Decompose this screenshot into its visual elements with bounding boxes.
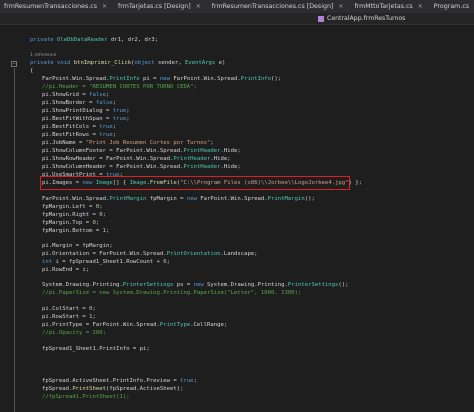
member-dropdown-label: CentralApp.frmResTurnos xyxy=(327,15,406,22)
code-line-assign-printinfo: fpSpread1_Sheet1.PrintInfo = pi; xyxy=(42,346,150,352)
tab-frmresumentransacciones-design[interactable]: frmResumenTransacciones.cs [Design] ✕ xyxy=(208,0,351,13)
fold-guide xyxy=(14,68,15,412)
navigation-bar: CentralApp.frmResTurnos xyxy=(0,13,474,25)
code-line-showcolumnheader: pi.ShowColumnHeader = FarPoint.Win.Sprea… xyxy=(42,164,241,170)
code-line-int-i: int i = fpSpread1_Sheet1.RowCount + 6; xyxy=(42,259,170,265)
collapse-icon[interactable]: − xyxy=(11,61,17,67)
code-line-margin-bottom: fpMargin.Bottom = 1; xyxy=(42,228,110,234)
document-tab-bar: frmResumenTransacciones.cs ✕ frmTarjetas.… xyxy=(0,0,474,13)
close-icon[interactable]: ✕ xyxy=(418,3,423,10)
code-line-showborder: pi.ShowBorder = false; xyxy=(42,100,117,106)
tab-label: frmResumenTransacciones.cs xyxy=(4,3,97,10)
code-line-pi-margin: pi.Margin = fpMargin; xyxy=(42,243,113,249)
code-line-bestfitcols: pi.BestFitCols = true; xyxy=(42,124,117,130)
tab-frmtarjetas-design[interactable]: frmTarjetas.cs [Design] ✕ xyxy=(114,0,208,13)
tab-label: Program.cs xyxy=(433,3,470,10)
code-line-comment-printsheet: //fpSpread1.PrintSheet(1); xyxy=(42,394,130,400)
code-line-preview: fpSpread.ActiveSheet.PrintInfo.Preview =… xyxy=(42,378,197,384)
tab-label: frmTarjetas.cs [Design] xyxy=(118,3,191,10)
editor-margin: − xyxy=(0,25,22,412)
code-line-printersettings: System.Drawing.Printing.PrinterSettings … xyxy=(42,282,349,288)
code-line-printmargin: FarPoint.Win.Spread.PrintMargin fpMargin… xyxy=(42,196,315,202)
code-line-showprintdialog: pi.ShowPrintDialog = true; xyxy=(42,108,130,114)
code-line-images-highlighted: pi.Images = new Image[] { Image.FromFile… xyxy=(42,180,363,186)
class-icon xyxy=(318,15,324,22)
code-line-printinfo: FarPoint.Win.Spread.PrintInfo pi = new F… xyxy=(42,76,282,82)
code-line-margin-top: fpMargin.Top = 0; xyxy=(42,220,100,226)
code-line-comment-opacity: //pi.Opacity = 200; xyxy=(42,330,106,336)
code-line-open-brace: { xyxy=(30,68,34,74)
code-line-fields: private OleDbDataReader dr1, dr2, dr3; xyxy=(30,37,159,43)
tab-frmresumentransacciones-cs[interactable]: frmResumenTransacciones.cs ✕ xyxy=(0,0,114,13)
tab-frmmttotarjetas-cs[interactable]: frmMttoTarjetas.cs ✕ xyxy=(350,0,429,13)
code-line-comment-header: //pi.Header = "RESUMEN CORTES POR TURNO … xyxy=(42,84,197,90)
close-icon[interactable]: ✕ xyxy=(196,3,201,10)
code-line-printtype: pi.PrintType = FarPoint.Win.Spread.Print… xyxy=(42,322,228,328)
code-line-showgrid: pi.ShowGrid = false; xyxy=(42,92,110,98)
code-line-showrowheader: pi.ShowRowHeader = FarPoint.Win.Spread.P… xyxy=(42,156,231,162)
close-icon[interactable]: ✕ xyxy=(102,3,107,10)
tab-label: frmMttoTarjetas.cs xyxy=(354,3,413,10)
code-line-colstart: pi.ColStart = 0; xyxy=(42,306,96,312)
code-line-rowend: pi.RowEnd = i; xyxy=(42,267,90,273)
code-line-orientation: pi.Orientation = FarPoint.Win.Spread.Pri… xyxy=(42,251,258,257)
code-line-bestfitrows: pi.BestFitRows = true; xyxy=(42,132,117,138)
code-line-jobname: pi.JobName = "Print Job Resumen Cortes p… xyxy=(42,140,214,146)
code-line-comment-papersize: //pi.PaperSize = new System.Drawing.Prin… xyxy=(42,290,302,296)
code-line-margin-left: fpMargin.Left = 0; xyxy=(42,204,103,210)
close-icon[interactable]: ✕ xyxy=(338,3,343,10)
tab-label: frmResumenTransacciones.cs [Design] xyxy=(211,3,334,10)
member-dropdown[interactable]: CentralApp.frmResTurnos xyxy=(318,14,405,23)
code-line-method-signature: private void btnImprimir_Click(object se… xyxy=(30,60,226,66)
code-line-showcolumnfooter: pi.ShowColumnFooter = FarPoint.Win.Sprea… xyxy=(42,148,241,154)
code-line-margin-right: fpMargin.Right = 0; xyxy=(42,212,107,218)
code-editor[interactable]: − private OleDbDataReader dr1, dr2, dr3;… xyxy=(0,25,474,412)
tab-program-cs[interactable]: Program.cs✕ xyxy=(430,0,474,13)
code-line-rowstart: pi.RowStart = 1; xyxy=(42,314,96,320)
code-line-printsheet: fpSpread.PrintSheet(fpSpread.ActiveSheet… xyxy=(42,386,184,392)
code-line-bestfitwithspan: pi.BestFitWithSpan = true; xyxy=(42,116,130,122)
